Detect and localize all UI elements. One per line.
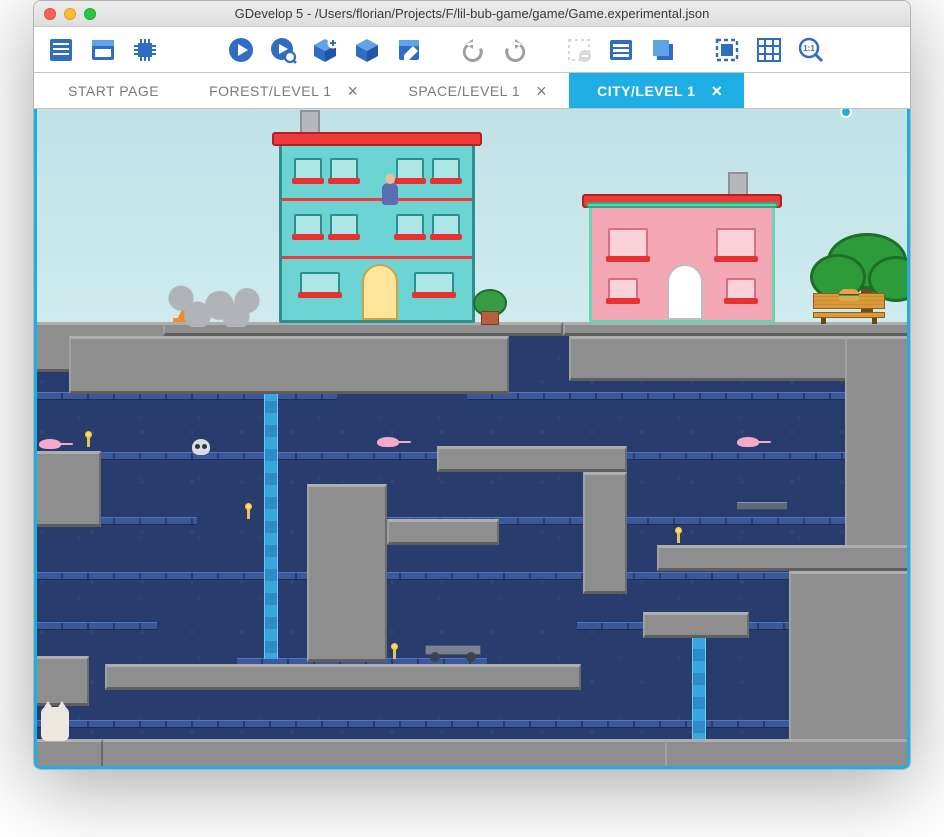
toolbar-group <box>560 33 682 67</box>
select-button[interactable] <box>708 33 746 67</box>
scene-tabbar: START PAGEFOREST/LEVEL 1×SPACE/LEVEL 1×C… <box>34 73 910 109</box>
play-icon <box>227 36 255 64</box>
scene-canvas[interactable] <box>37 109 907 766</box>
cube-plus-icon <box>311 36 339 64</box>
platform-object[interactable] <box>437 446 627 472</box>
panel-icon <box>607 36 635 64</box>
waterfall-object[interactable] <box>264 389 278 659</box>
zoom-11-button[interactable] <box>792 33 830 67</box>
scene-editor-viewport[interactable] <box>34 109 910 769</box>
tab-close-button[interactable]: × <box>711 82 722 100</box>
platform-object[interactable] <box>307 484 387 662</box>
stack-icon <box>649 36 677 64</box>
building-teal-object[interactable] <box>279 141 475 323</box>
candle-object[interactable] <box>247 509 250 519</box>
window-controls <box>34 8 96 20</box>
toolbar-group <box>42 33 164 67</box>
window-title: GDevelop 5 - /Users/florian/Projects/F/l… <box>34 6 910 21</box>
rat-enemy[interactable] <box>737 437 759 447</box>
grid-icon <box>755 36 783 64</box>
tab-label: START PAGE <box>68 83 159 99</box>
close-window-button[interactable] <box>44 8 56 20</box>
pot-object[interactable] <box>481 311 499 325</box>
objects-panel-button[interactable] <box>348 33 386 67</box>
add-object-button[interactable] <box>306 33 344 67</box>
scene-tab[interactable]: START PAGE <box>40 73 181 108</box>
undo-button[interactable] <box>454 33 492 67</box>
tab-close-button[interactable]: × <box>348 82 359 100</box>
toolbar-group <box>222 33 428 67</box>
rat-enemy[interactable] <box>39 439 61 449</box>
player-cat[interactable] <box>41 707 69 741</box>
building-pink-object[interactable] <box>589 203 775 323</box>
scene-tab[interactable]: SPACE/LEVEL 1 × <box>381 73 570 108</box>
platform-object[interactable] <box>34 739 103 769</box>
toolbar-group <box>454 33 534 67</box>
platform-object[interactable] <box>665 739 910 769</box>
platform-object[interactable] <box>387 519 499 545</box>
mask-dash-icon <box>565 36 593 64</box>
debugger-button[interactable] <box>126 33 164 67</box>
window-icon <box>89 36 117 64</box>
cube-icon <box>353 36 381 64</box>
platform-object[interactable] <box>105 664 581 690</box>
candle-object[interactable] <box>677 533 680 543</box>
chip-icon <box>131 36 159 64</box>
npc-window-person[interactable] <box>382 183 398 205</box>
mask-button <box>560 33 598 67</box>
project-manager-button[interactable] <box>42 33 80 67</box>
layers-button[interactable] <box>602 33 640 67</box>
copy-button[interactable] <box>644 33 682 67</box>
platform-object[interactable] <box>34 451 101 527</box>
platform-object[interactable] <box>69 336 509 394</box>
tab-close-button[interactable]: × <box>536 82 547 100</box>
project-manager-icon <box>47 36 75 64</box>
rat-enemy[interactable] <box>377 437 399 447</box>
rock-pile-object[interactable] <box>159 279 269 327</box>
burger-pickup[interactable] <box>839 289 859 301</box>
maximize-window-button[interactable] <box>84 8 96 20</box>
zoom-11-icon <box>797 36 825 64</box>
tab-label: CITY/LEVEL 1 <box>597 83 695 99</box>
platform-object[interactable] <box>569 336 849 381</box>
platform-object[interactable] <box>583 472 627 594</box>
scene-tab[interactable]: FOREST/LEVEL 1 × <box>181 73 380 108</box>
cart-object[interactable] <box>425 645 481 655</box>
candle-object[interactable] <box>87 437 90 447</box>
candle-object[interactable] <box>393 649 396 659</box>
platform-object[interactable] <box>563 322 910 336</box>
platform-object[interactable] <box>845 336 910 550</box>
titlebar: GDevelop 5 - /Users/florian/Projects/F/l… <box>34 1 910 27</box>
redo-button[interactable] <box>496 33 534 67</box>
events-editor-button[interactable] <box>390 33 428 67</box>
skull-object[interactable] <box>192 439 210 455</box>
platform-object[interactable] <box>34 656 89 706</box>
scene-tab[interactable]: CITY/LEVEL 1 × <box>569 73 744 108</box>
app-window: GDevelop 5 - /Users/florian/Projects/F/l… <box>33 0 911 770</box>
platform-object[interactable] <box>657 545 910 571</box>
platform-object[interactable] <box>643 612 749 638</box>
preview-debug-button[interactable] <box>264 33 302 67</box>
toolbar-group <box>708 33 830 67</box>
tab-label: SPACE/LEVEL 1 <box>409 83 521 99</box>
edit-icon <box>395 36 423 64</box>
platform-object[interactable] <box>99 739 669 769</box>
main-toolbar <box>34 27 910 73</box>
marquee-icon <box>713 36 741 64</box>
redo-icon <box>501 36 529 64</box>
grid-button[interactable] <box>750 33 788 67</box>
tab-label: FOREST/LEVEL 1 <box>209 83 331 99</box>
play-search-icon <box>269 36 297 64</box>
minimize-window-button[interactable] <box>64 8 76 20</box>
preview-button[interactable] <box>222 33 260 67</box>
scene-properties-button[interactable] <box>84 33 122 67</box>
undo-icon <box>459 36 487 64</box>
